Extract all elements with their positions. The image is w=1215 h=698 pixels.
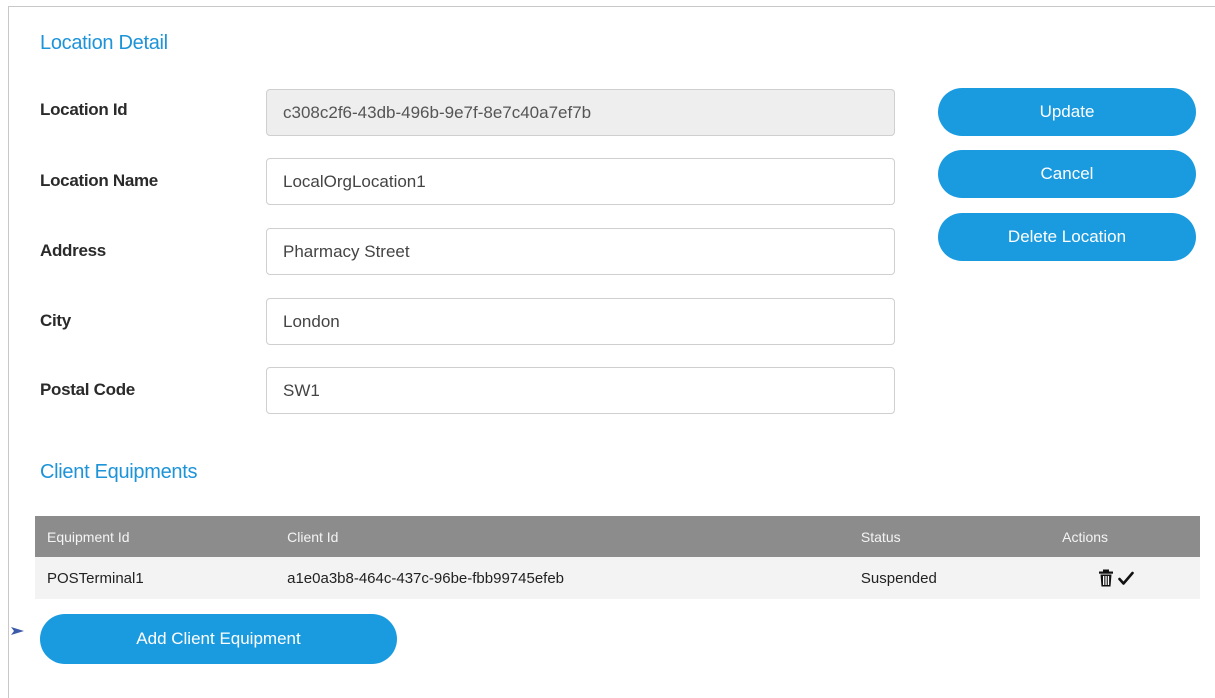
add-client-equipment-button[interactable]: Add Client Equipment [40, 614, 397, 664]
column-header-client-id: Client Id [287, 528, 339, 545]
client-equipments-title: Client Equipments [40, 461, 198, 483]
cancel-button[interactable]: Cancel [938, 150, 1196, 198]
address-field[interactable] [266, 228, 895, 275]
actions-cell [1050, 557, 1200, 599]
checkmark-icon[interactable] [1118, 569, 1135, 587]
postal-code-label: Postal Code [40, 380, 135, 399]
update-button[interactable]: Update [938, 88, 1196, 136]
location-detail-title: Location Detail [40, 32, 168, 54]
location-name-label: Location Name [40, 171, 158, 190]
city-field[interactable] [266, 298, 895, 345]
address-label: Address [40, 241, 106, 260]
equipment-id-cell: POSTerminal1 [47, 569, 144, 587]
column-header-actions: Actions [1062, 528, 1109, 545]
delete-location-button[interactable]: Delete Location [938, 213, 1196, 261]
column-header-status: Status [860, 528, 901, 545]
location-name-field[interactable] [266, 158, 895, 205]
city-label: City [40, 311, 71, 330]
status-cell: Suspended [860, 569, 937, 587]
pointer-arrow-icon [11, 627, 24, 635]
client-id-cell: a1e0a3b8-464c-437c-96be-fbb99745efeb [287, 569, 565, 587]
table-header-row: Equipment Id Client Id Status Actions [35, 516, 1200, 557]
location-id-field[interactable] [266, 89, 895, 136]
client-equipments-table: Equipment Id Client Id Status Actions PO… [35, 516, 1200, 599]
column-header-equipment-id: Equipment Id [47, 528, 130, 545]
location-id-label: Location Id [40, 100, 128, 119]
table-row: POSTerminal1 a1e0a3b8-464c-437c-96be-fbb… [35, 557, 1200, 599]
trash-icon[interactable] [1098, 569, 1114, 587]
postal-code-field[interactable] [266, 367, 895, 414]
